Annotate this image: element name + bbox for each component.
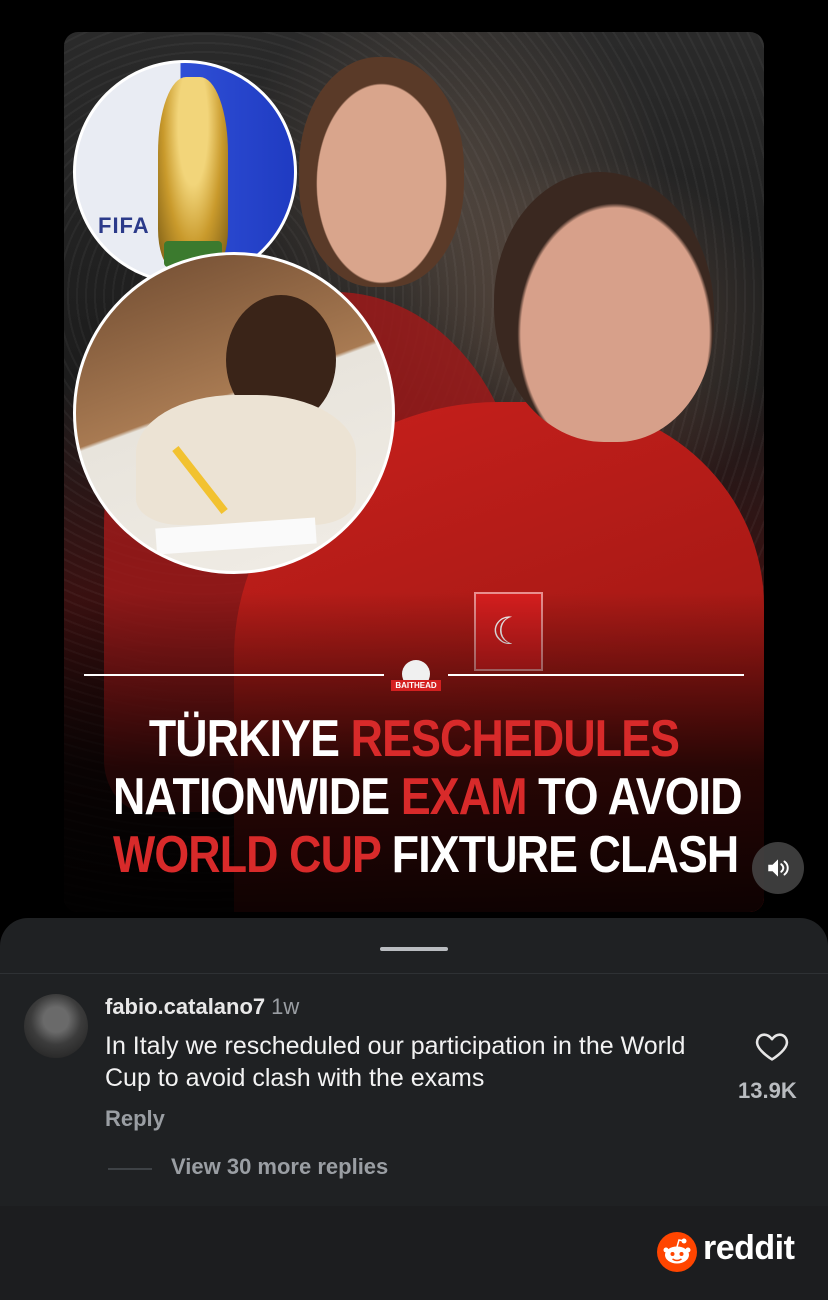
headline-line-2: NATIONWIDE EXAM TO AVOID [113,768,743,826]
trophy-icon [158,77,228,267]
headline-line-1: TÜRKIYE RESCHEDULES [148,710,680,768]
comments-sheet: fabio.catalano7 1w In Italy we reschedule… [0,918,828,1206]
reply-button[interactable]: Reply [105,1106,165,1132]
headline-line-3: WORLD CUP FIXTURE CLASH [113,826,739,884]
like-count: 13.9K [738,1078,797,1103]
heart-icon [755,1033,789,1061]
bottom-bar: reddit [0,1206,828,1300]
world-cup-trophy-inset: FIFA [73,60,297,284]
mute-toggle-button[interactable] [752,842,804,894]
view-more-replies-button[interactable]: View 30 more replies [171,1154,388,1180]
comment-text: In Italy we rescheduled our participatio… [105,1032,686,1092]
post-headline: TÜRKIYE RESCHEDULES NATIONWIDE EXAM TO A… [113,710,743,884]
reddit-logo-icon [657,1232,697,1272]
divider [0,973,828,974]
fifa-label: FIFA [98,213,150,238]
divider-line [84,674,384,676]
like-button[interactable] [742,1030,802,1062]
reddit-wordmark: reddit [703,1229,795,1267]
drag-handle[interactable] [380,947,448,951]
replies-line [108,1168,152,1170]
speaker-icon [768,859,789,877]
student-exam-inset [73,252,395,574]
comment-time: 1w [271,994,300,1019]
divider-line [448,674,744,676]
avatar[interactable] [24,994,88,1058]
baithead-logo: BAITHEAD [391,650,441,700]
post-image[interactable]: ☾ FIFA BAITHEAD TÜRKIYE RESCHEDULES NATI… [64,32,764,912]
background-player-head [299,57,464,287]
comment-author[interactable]: fabio.catalano7 1w [105,994,299,1020]
